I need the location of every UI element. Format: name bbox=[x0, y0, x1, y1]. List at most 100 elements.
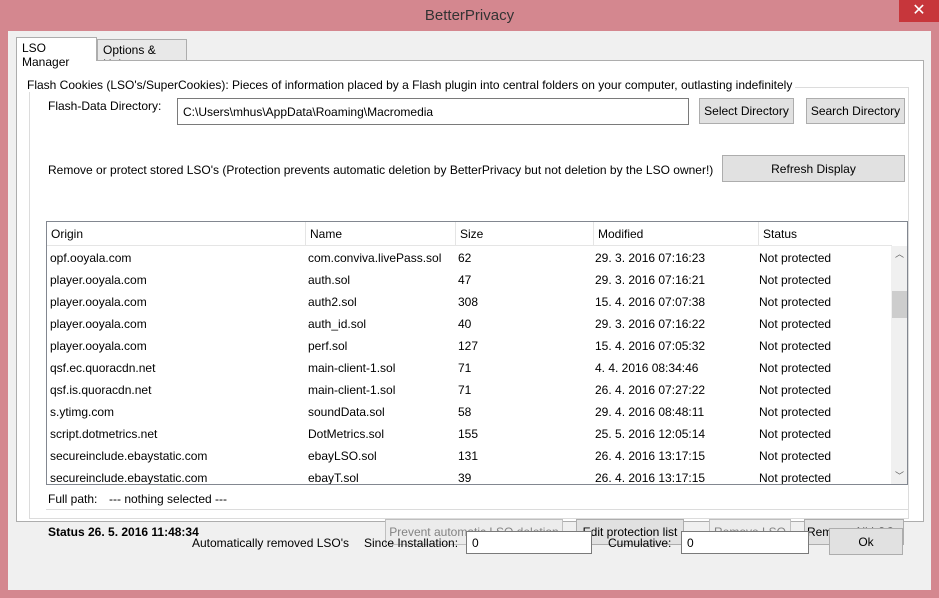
table-row[interactable]: player.ooyala.com perf.sol 127 15. 4. 20… bbox=[47, 335, 892, 357]
cell-name: main-client-1.sol bbox=[308, 383, 396, 397]
cell-modified: 25. 5. 2016 12:05:14 bbox=[595, 427, 706, 441]
cell-size: 62 bbox=[458, 251, 472, 265]
cell-name: DotMetrics.sol bbox=[308, 427, 385, 441]
cell-origin: qsf.ec.quoracdn.net bbox=[50, 361, 156, 375]
title-bar: BetterPrivacy ✕ bbox=[0, 0, 939, 31]
cell-origin: secureinclude.ebaystatic.com bbox=[50, 471, 208, 485]
select-directory-button[interactable]: Select Directory bbox=[699, 98, 794, 124]
column-name[interactable]: Name bbox=[306, 222, 456, 246]
cell-size: 39 bbox=[458, 471, 472, 485]
cell-status: Not protected bbox=[759, 273, 832, 287]
cell-origin: secureinclude.ebaystatic.com bbox=[50, 449, 208, 463]
cell-modified: 4. 4. 2016 08:34:46 bbox=[595, 361, 699, 375]
cell-origin: s.ytimg.com bbox=[50, 405, 115, 419]
ok-button[interactable]: Ok bbox=[829, 528, 903, 555]
table-row[interactable]: player.ooyala.com auth2.sol 308 15. 4. 2… bbox=[47, 291, 892, 313]
table-header: Origin Name Size Modified Status bbox=[47, 222, 892, 246]
protect-description: Remove or protect stored LSO's (Protecti… bbox=[48, 163, 714, 177]
refresh-display-button[interactable]: Refresh Display bbox=[722, 155, 905, 182]
cell-status: Not protected bbox=[759, 361, 832, 375]
status-text: Status 26. 5. 2016 11:48:34 bbox=[48, 525, 199, 539]
scroll-up-icon[interactable]: ︿ bbox=[891, 246, 907, 263]
scroll-thumb[interactable] bbox=[892, 291, 907, 318]
cell-status: Not protected bbox=[759, 427, 832, 441]
window-client: LSO Manager Options & Help Flash Cookies… bbox=[8, 31, 931, 590]
table-row[interactable]: player.ooyala.com auth.sol 47 29. 3. 201… bbox=[47, 269, 892, 291]
table-row[interactable]: secureinclude.ebaystatic.com ebayT.sol 3… bbox=[47, 467, 892, 485]
cell-size: 71 bbox=[458, 383, 472, 397]
cell-modified: 26. 4. 2016 13:17:15 bbox=[595, 471, 706, 485]
lso-table[interactable]: Origin Name Size Modified Status opf.ooy… bbox=[46, 221, 908, 485]
cell-size: 58 bbox=[458, 405, 472, 419]
column-size[interactable]: Size bbox=[456, 222, 594, 246]
table-row[interactable]: qsf.ec.quoracdn.net main-client-1.sol 71… bbox=[47, 357, 892, 379]
column-modified[interactable]: Modified bbox=[594, 222, 759, 246]
cell-status: Not protected bbox=[759, 383, 832, 397]
window-title: BetterPrivacy bbox=[424, 7, 515, 24]
cell-name: soundData.sol bbox=[308, 405, 385, 419]
since-installation-field[interactable]: 0 bbox=[466, 531, 592, 554]
lso-manager-panel: Flash Cookies (LSO's/SuperCookies): Piec… bbox=[16, 60, 924, 545]
cell-origin: qsf.is.quoracdn.net bbox=[50, 383, 152, 397]
scroll-down-icon[interactable]: ﹀ bbox=[891, 468, 907, 484]
cell-modified: 26. 4. 2016 07:27:22 bbox=[595, 383, 706, 397]
cell-size: 71 bbox=[458, 361, 472, 375]
cell-name: ebayLSO.sol bbox=[308, 449, 377, 463]
cell-modified: 29. 3. 2016 07:16:22 bbox=[595, 317, 706, 331]
cell-status: Not protected bbox=[759, 449, 832, 463]
cell-size: 47 bbox=[458, 273, 472, 287]
cell-modified: 26. 4. 2016 13:17:15 bbox=[595, 449, 706, 463]
cell-status: Not protected bbox=[759, 251, 832, 265]
column-status[interactable]: Status bbox=[759, 222, 892, 246]
flash-dir-field[interactable]: C:\Users\mhus\AppData\Roaming\Macromedia bbox=[177, 98, 689, 125]
cell-size: 155 bbox=[458, 427, 479, 441]
cell-modified: 29. 4. 2016 08:48:11 bbox=[595, 405, 705, 419]
cell-modified: 29. 3. 2016 07:16:23 bbox=[595, 251, 706, 265]
table-row[interactable]: script.dotmetrics.net DotMetrics.sol 155… bbox=[47, 423, 892, 445]
cell-name: main-client-1.sol bbox=[308, 361, 396, 375]
cell-size: 40 bbox=[458, 317, 472, 331]
cell-name: auth_id.sol bbox=[308, 317, 367, 331]
close-icon[interactable]: ✕ bbox=[899, 0, 939, 22]
tab-options-help[interactable]: Options & Help bbox=[97, 39, 187, 71]
cell-modified: 29. 3. 2016 07:16:21 bbox=[595, 273, 706, 287]
flash-cookies-heading: Flash Cookies (LSO's/SuperCookies): Piec… bbox=[24, 78, 796, 92]
table-row[interactable]: player.ooyala.com auth_id.sol 40 29. 3. … bbox=[47, 313, 892, 335]
vertical-scrollbar[interactable]: ︿ ﹀ bbox=[891, 246, 907, 484]
tab-lso-manager[interactable]: LSO Manager bbox=[16, 37, 97, 69]
cell-origin: player.ooyala.com bbox=[50, 317, 147, 331]
cell-origin: script.dotmetrics.net bbox=[50, 427, 158, 441]
cell-name: auth2.sol bbox=[308, 295, 357, 309]
search-directory-button[interactable]: Search Directory bbox=[806, 98, 905, 124]
table-row[interactable]: secureinclude.ebaystatic.com ebayLSO.sol… bbox=[47, 445, 892, 467]
cell-name: ebayT.sol bbox=[308, 471, 359, 485]
cell-modified: 15. 4. 2016 07:07:38 bbox=[595, 295, 706, 309]
flash-dir-label: Flash-Data Directory: bbox=[48, 99, 162, 113]
cell-modified: 15. 4. 2016 07:05:32 bbox=[595, 339, 706, 353]
column-origin[interactable]: Origin bbox=[47, 222, 306, 246]
cell-name: com.conviva.livePass.sol bbox=[308, 251, 442, 265]
full-path-label: Full path: bbox=[48, 492, 98, 506]
table-row[interactable]: s.ytimg.com soundData.sol 58 29. 4. 2016… bbox=[47, 401, 892, 423]
cell-origin: player.ooyala.com bbox=[50, 339, 147, 353]
auto-removed-label: Automatically removed LSO's bbox=[192, 536, 350, 550]
full-path-strip: Full path: --- nothing selected --- bbox=[46, 488, 908, 510]
table-row[interactable]: qsf.is.quoracdn.net main-client-1.sol 71… bbox=[47, 379, 892, 401]
cell-name: perf.sol bbox=[308, 339, 348, 353]
since-installation-label: Since Installation: bbox=[364, 536, 459, 550]
cell-status: Not protected bbox=[759, 339, 832, 353]
cumulative-label: Cumulative: bbox=[608, 536, 672, 550]
cell-status: Not protected bbox=[759, 295, 832, 309]
cumulative-field[interactable]: 0 bbox=[681, 531, 809, 554]
cell-origin: player.ooyala.com bbox=[50, 295, 147, 309]
cell-origin: opf.ooyala.com bbox=[50, 251, 132, 265]
cell-status: Not protected bbox=[759, 471, 832, 485]
cell-size: 308 bbox=[458, 295, 479, 309]
cell-status: Not protected bbox=[759, 317, 832, 331]
cell-size: 127 bbox=[458, 339, 479, 353]
table-row[interactable]: opf.ooyala.com com.conviva.livePass.sol … bbox=[47, 247, 892, 269]
full-path-value: --- nothing selected --- bbox=[109, 492, 228, 506]
cell-origin: player.ooyala.com bbox=[50, 273, 147, 287]
cell-status: Not protected bbox=[759, 405, 832, 419]
cell-size: 131 bbox=[458, 449, 479, 463]
